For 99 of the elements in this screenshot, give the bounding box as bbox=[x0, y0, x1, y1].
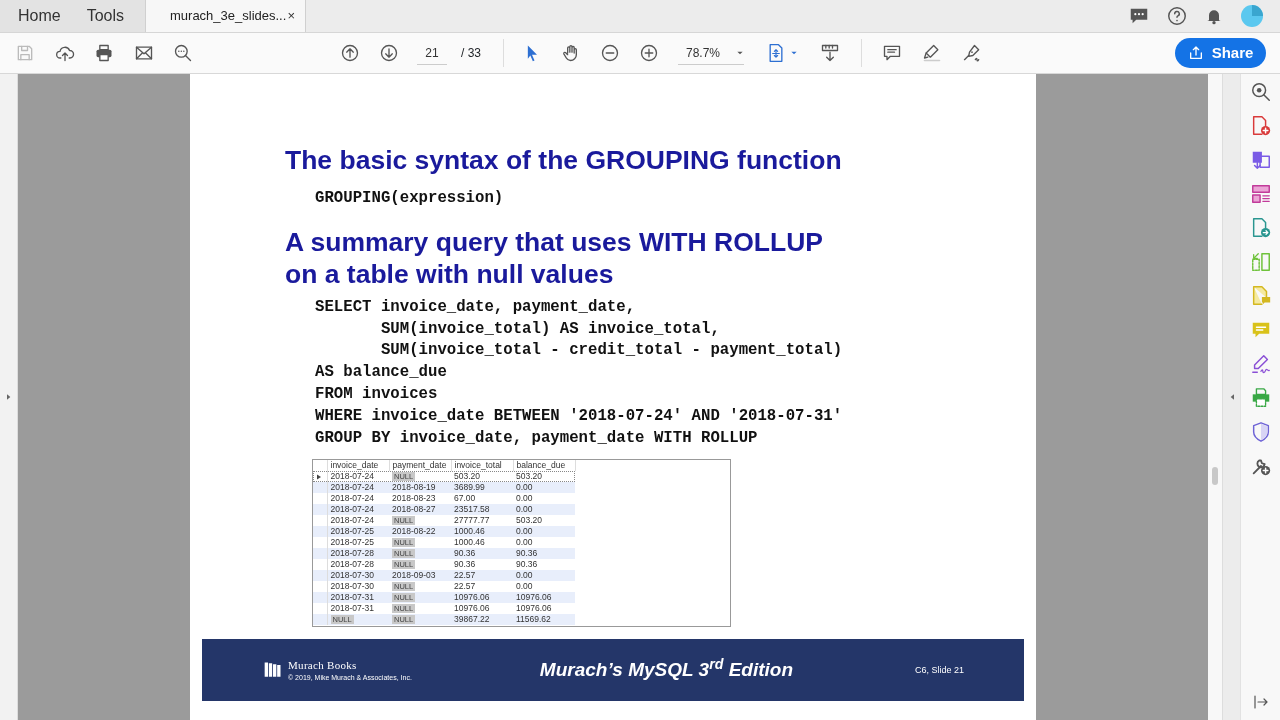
slide-number: C6, Slide 21 bbox=[914, 663, 964, 677]
code-line: FROM invoices bbox=[315, 384, 438, 405]
close-tab-button[interactable]: × bbox=[287, 6, 295, 26]
document-tab-title: murach_3e_slides... bbox=[170, 7, 287, 26]
table-cell: 0.00 bbox=[513, 537, 575, 549]
column-header: payment_date bbox=[389, 460, 451, 472]
zoom-out-icon[interactable] bbox=[600, 43, 620, 63]
expand-panel-icon[interactable] bbox=[1251, 693, 1270, 711]
table-cell: 3689.99 bbox=[451, 482, 513, 494]
caret-icon bbox=[790, 49, 798, 57]
table-row[interactable]: 2018-07-24 2018-08-19 3689.99 0.00 bbox=[313, 482, 575, 494]
code-line: SUM(invoice_total) AS invoice_total, bbox=[379, 318, 720, 340]
table-cell: 2018-07-25 bbox=[327, 537, 389, 549]
table-cell: 1000.46 bbox=[451, 526, 513, 538]
column-header: invoice_date bbox=[327, 460, 389, 472]
arrow-up-icon[interactable] bbox=[340, 43, 360, 63]
nav-tab[interactable]: Home bbox=[18, 4, 61, 28]
comment-icon[interactable] bbox=[882, 43, 902, 63]
share-icon bbox=[1187, 45, 1204, 61]
table-cell: 2018-08-19 bbox=[389, 482, 451, 494]
print-icon[interactable] bbox=[94, 43, 114, 63]
table-cell: 2018-07-24 bbox=[327, 504, 389, 516]
table-cell: 503.20 bbox=[513, 471, 575, 483]
table-cell: 2018-07-28 bbox=[327, 559, 389, 571]
table-cell: 0.00 bbox=[513, 482, 575, 494]
mail-icon[interactable] bbox=[134, 43, 154, 63]
page-number-field[interactable]: 21 bbox=[417, 41, 447, 65]
layout-icon[interactable] bbox=[1249, 183, 1272, 205]
pen-sign-icon[interactable] bbox=[962, 43, 982, 63]
table-cell: 2018-08-23 bbox=[389, 493, 451, 505]
search-icon[interactable] bbox=[173, 43, 193, 63]
nav-tab[interactable]: Tools bbox=[86, 4, 125, 28]
table-cell: 90.36 bbox=[451, 559, 513, 571]
table-row[interactable]: 2018-07-25 2018-08-22 1000.46 0.00 bbox=[313, 526, 575, 538]
code-line: GROUPING(expression) bbox=[315, 188, 505, 209]
table-cell: 22.57 bbox=[451, 570, 513, 582]
code-line: GROUP BY invoice_date, payment_date WITH ROLLUP bbox=[315, 427, 758, 449]
table-cell: 2018-07-24 bbox=[327, 482, 389, 494]
table-cell: 10976.06 bbox=[513, 592, 575, 604]
table-cell: 2018-07-24 bbox=[327, 471, 389, 483]
table-cell: 23517.58 bbox=[451, 504, 513, 516]
table-cell: 503.20 bbox=[451, 471, 513, 483]
zoom-dropdown[interactable]: 78.7% bbox=[678, 41, 744, 65]
page-total: / 33 bbox=[461, 45, 481, 62]
expand-left-icon[interactable] bbox=[4, 392, 13, 402]
highlighter-icon[interactable] bbox=[922, 43, 942, 63]
table-cell: 90.36 bbox=[513, 548, 575, 560]
table-row[interactable]: 2018-07-24 2018-08-27 23517.58 0.00 bbox=[313, 504, 575, 516]
table-cell: 1000.46 bbox=[451, 537, 513, 549]
table-cell: 2018-07-30 bbox=[327, 570, 389, 582]
table-cell: 67.00 bbox=[451, 493, 513, 505]
table-cell: 22.57 bbox=[451, 581, 513, 593]
table-cell: 2018-07-31 bbox=[327, 592, 389, 604]
table-cell: 2018-09-03 bbox=[389, 570, 451, 582]
row-pointer-icon bbox=[316, 474, 322, 481]
column-header: balance_due bbox=[513, 460, 575, 472]
table-cell: 27777.77 bbox=[451, 515, 513, 527]
table-cell: 2018-07-24 bbox=[327, 515, 389, 527]
slide-heading: A summary query that uses WITH ROLLUP bbox=[285, 225, 824, 258]
table-cell: 2018-08-22 bbox=[389, 526, 451, 538]
table-cell: 10976.06 bbox=[451, 603, 513, 615]
table-cell: 90.36 bbox=[513, 559, 575, 571]
table-cell: 2018-07-31 bbox=[327, 603, 389, 615]
signature-icon[interactable] bbox=[1249, 353, 1272, 375]
slide-heading: The basic syntax of the GROUPING function bbox=[285, 144, 843, 176]
table-cell: 2018-07-25 bbox=[327, 526, 389, 538]
book-title: Murach’s MySQL 3$^{rd}$ Edition bbox=[539, 656, 794, 683]
share-button[interactable]: Share bbox=[1175, 38, 1266, 68]
slide-heading: on a table with null values bbox=[285, 257, 615, 290]
table-cell: 39867.22 bbox=[451, 614, 513, 626]
code-line: SUM(invoice_total - credit_total - payment_total) bbox=[379, 340, 843, 362]
scrollbar-thumb[interactable] bbox=[1212, 467, 1218, 485]
table-cell: 11569.62 bbox=[513, 614, 575, 626]
ruler-download-icon[interactable] bbox=[820, 43, 840, 63]
table-cell: 0.00 bbox=[513, 526, 575, 538]
table-cell: 0.00 bbox=[513, 504, 575, 516]
table-cell: 10976.06 bbox=[513, 603, 575, 615]
code-line: AS balance_due bbox=[315, 362, 447, 384]
column-header: invoice_total bbox=[451, 460, 513, 472]
table-cell: 2018-08-27 bbox=[389, 504, 451, 516]
arrow-down-icon[interactable] bbox=[379, 43, 399, 63]
brand-name: Murach Books bbox=[288, 657, 358, 673]
help-icon[interactable] bbox=[1166, 5, 1188, 27]
document-tab[interactable]: murach_3e_slides...× bbox=[146, 0, 306, 32]
table-cell: 2018-07-30 bbox=[327, 581, 389, 593]
zoom-in-icon[interactable] bbox=[639, 43, 659, 63]
table-row[interactable]: 2018-07-30 2018-09-03 22.57 0.00 bbox=[313, 570, 575, 582]
code-line: SELECT invoice_date, payment_date, bbox=[315, 296, 636, 318]
code-line: WHERE invoice_date BETWEEN '2018-07-24' AND '2018-07-31' bbox=[315, 405, 843, 427]
table-cell: 90.36 bbox=[451, 548, 513, 560]
table-cell: 0.00 bbox=[513, 493, 575, 505]
zoom-level: 78.7% bbox=[686, 44, 721, 62]
table-cell: 0.00 bbox=[513, 581, 575, 593]
table-cell: 2018-07-28 bbox=[327, 548, 389, 560]
table-cell: 10976.06 bbox=[451, 592, 513, 604]
table-cell: 2018-07-24 bbox=[327, 493, 389, 505]
zoom-icon[interactable] bbox=[1249, 81, 1272, 103]
table-cell: 0.00 bbox=[513, 570, 575, 582]
table-cell: 503.20 bbox=[513, 515, 575, 527]
